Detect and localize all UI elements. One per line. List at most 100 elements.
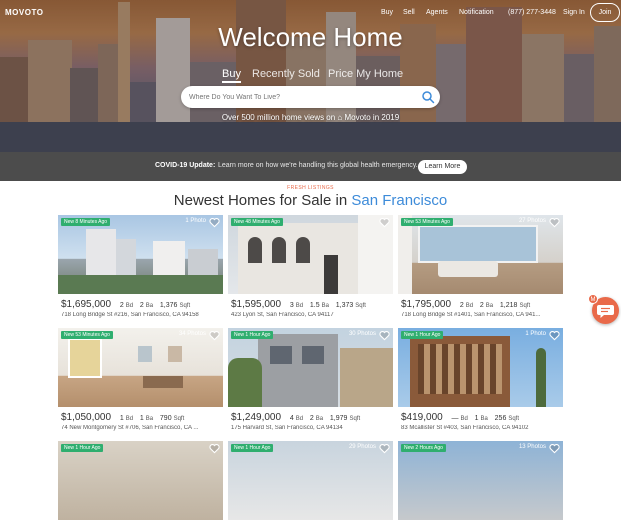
listing-photo[interactable]: New 1 Hour Ago bbox=[58, 441, 223, 520]
listing-photo[interactable]: New 53 Minutes Ago 34 Photos bbox=[58, 328, 223, 407]
sqft-label: Sqft bbox=[355, 303, 366, 309]
listing-badge: New 1 Hour Ago bbox=[231, 444, 274, 452]
listing-price-line: $1,050,000 1 Bd 1 Ba 790 Sqft bbox=[61, 412, 188, 423]
listing-sqft: 1,376 bbox=[159, 302, 178, 309]
heart-icon[interactable] bbox=[209, 443, 220, 454]
hero-subtitle: Over 500 million home views on ⌂ Movoto … bbox=[221, 113, 400, 122]
listing-beds: 4 bbox=[289, 415, 294, 422]
listing-badge: New 2 Hours Ago bbox=[401, 444, 446, 452]
listing-price: $1,249,000 bbox=[231, 412, 282, 423]
top-nav: Buy Sell Agents Notification (877) 277-3… bbox=[0, 9, 621, 21]
heart-icon[interactable] bbox=[549, 330, 560, 341]
search-bar bbox=[181, 86, 440, 108]
baths-label: Ba bbox=[480, 416, 488, 422]
search-icon[interactable] bbox=[421, 90, 435, 104]
listing-badge: New 48 Minutes Ago bbox=[231, 218, 283, 226]
beds-label: Bd bbox=[295, 303, 304, 309]
baths-label: Ba bbox=[315, 416, 324, 422]
listing-price: $1,795,000 bbox=[401, 299, 452, 310]
section-title-prefix: Newest Homes for Sale in bbox=[173, 192, 348, 209]
nav-agents[interactable]: Agents bbox=[426, 9, 448, 16]
listing-sqft: 1,373 bbox=[335, 302, 354, 309]
sqft-label: Sqft bbox=[508, 416, 520, 422]
photo-count: 27 Photos bbox=[518, 218, 546, 224]
listing-photo[interactable]: New 1 Hour Ago 1 Photo bbox=[398, 328, 563, 407]
chat-notification-badge: M bbox=[588, 294, 598, 304]
heart-icon[interactable] bbox=[209, 330, 220, 341]
listing-beds: 2 bbox=[119, 302, 124, 309]
listing-baths: 2 bbox=[309, 415, 314, 422]
listing-beds: 3 bbox=[289, 302, 294, 309]
listing-badge: New 53 Minutes Ago bbox=[61, 331, 113, 339]
covid-banner: COVID-19 Update: Learn more on how we're… bbox=[0, 152, 621, 181]
hero-title: Welcome Home bbox=[218, 22, 403, 52]
baths-label: Ba bbox=[485, 303, 494, 309]
listing-baths: 2 bbox=[479, 302, 484, 309]
heart-icon[interactable] bbox=[549, 443, 560, 454]
listing-price: $419,000 bbox=[401, 412, 443, 423]
listing-address[interactable]: 83 Mcallister St #403, San Francisco, CA… bbox=[401, 425, 563, 431]
listing-badge: New 8 Minutes Ago bbox=[61, 218, 111, 226]
listing-address[interactable]: 423 Lyon St, San Francisco, CA 94117 bbox=[231, 312, 393, 318]
nav-sign-in[interactable]: Sign In bbox=[563, 9, 585, 16]
section-eyebrow: FRESH LISTINGS bbox=[287, 185, 334, 191]
tab-recently-sold[interactable]: Recently Sold bbox=[252, 68, 320, 80]
photo-count: 30 Photos bbox=[348, 331, 376, 337]
listing-price-line: $1,595,000 3 Bd 1.5 Ba 1,373 Sqft bbox=[231, 299, 370, 310]
baths-label: Ba bbox=[145, 303, 154, 309]
heart-icon[interactable] bbox=[379, 443, 390, 454]
beds-label: Bd bbox=[465, 303, 474, 309]
listing-address[interactable]: 74 New Montgomery St #706, San Francisco… bbox=[61, 425, 223, 431]
listing-price: $1,595,000 bbox=[231, 299, 282, 310]
sqft-label: Sqft bbox=[519, 303, 531, 309]
listing-address[interactable]: 718 Long Bridge St #1401, San Francisco,… bbox=[401, 312, 563, 318]
beds-label: Bd bbox=[295, 416, 304, 422]
listing-price-line: $419,000 — Bd 1 Ba 256 Sqft bbox=[401, 412, 523, 423]
heart-icon[interactable] bbox=[379, 330, 390, 341]
join-button[interactable]: Join bbox=[590, 3, 620, 22]
listing-photo[interactable]: New 8 Minutes Ago 1 Photo bbox=[58, 215, 223, 294]
nav-phone[interactable]: (877) 277-3448 bbox=[508, 9, 556, 16]
tab-buy[interactable]: Buy bbox=[222, 68, 241, 83]
listing-price-line: $1,249,000 4 Bd 2 Ba 1,979 Sqft bbox=[231, 412, 364, 423]
nav-sell[interactable]: Sell bbox=[403, 9, 415, 16]
listing-price-line: $1,695,000 2 Bd 2 Ba 1,376 Sqft bbox=[61, 299, 194, 310]
listing-beds: 1 bbox=[119, 415, 124, 422]
photo-count: 29 Photos bbox=[348, 444, 376, 450]
listing-baths: 2 bbox=[139, 302, 144, 309]
search-input[interactable] bbox=[181, 86, 416, 108]
listing-sqft: 256 bbox=[494, 415, 507, 422]
photo-count: 1 Photo bbox=[185, 218, 206, 224]
learn-more-button[interactable]: Learn More bbox=[418, 160, 467, 174]
baths-label: Ba bbox=[145, 416, 154, 422]
sqft-label: Sqft bbox=[349, 416, 361, 422]
heart-icon[interactable] bbox=[379, 217, 390, 228]
hero-banner: MOVOTO Buy Sell Agents Notification (877… bbox=[0, 0, 621, 152]
listing-photo[interactable]: New 2 Hours Ago 13 Photos bbox=[398, 441, 563, 520]
section-city-link[interactable]: San Francisco bbox=[351, 192, 447, 209]
sqft-label: Sqft bbox=[179, 303, 191, 309]
listing-photo[interactable]: New 1 Hour Ago 30 Photos bbox=[228, 328, 393, 407]
heart-icon[interactable] bbox=[209, 217, 220, 228]
listing-address[interactable]: 175 Harvard St, San Francisco, CA 94134 bbox=[231, 425, 393, 431]
listing-badge: New 1 Hour Ago bbox=[61, 444, 104, 452]
listing-badge: New 1 Hour Ago bbox=[231, 331, 274, 339]
photo-count: 34 Photos bbox=[178, 331, 206, 337]
beds-label: Bd bbox=[460, 416, 468, 422]
listing-address[interactable]: 718 Long Bridge St #216, San Francisco, … bbox=[61, 312, 223, 318]
photo-count: 1 Photo bbox=[525, 331, 546, 337]
listing-beds: — bbox=[451, 415, 459, 422]
listing-baths: 1 bbox=[139, 415, 144, 422]
listing-price-line: $1,795,000 2 Bd 2 Ba 1,218 Sqft bbox=[401, 299, 534, 310]
listing-sqft: 790 bbox=[159, 415, 172, 422]
tab-price-my-home[interactable]: Price My Home bbox=[328, 68, 403, 80]
listing-photo[interactable]: New 53 Minutes Ago 27 Photos bbox=[398, 215, 563, 294]
beds-label: Bd bbox=[125, 416, 134, 422]
heart-icon[interactable] bbox=[549, 217, 560, 228]
nav-buy[interactable]: Buy bbox=[381, 9, 393, 16]
listing-photo[interactable]: New 1 Hour Ago 29 Photos bbox=[228, 441, 393, 520]
nav-notification[interactable]: Notification bbox=[459, 9, 494, 16]
listing-photo[interactable]: New 48 Minutes Ago bbox=[228, 215, 393, 294]
covid-title: COVID-19 Update: bbox=[155, 162, 216, 169]
listing-baths: 1.5 bbox=[309, 302, 320, 309]
